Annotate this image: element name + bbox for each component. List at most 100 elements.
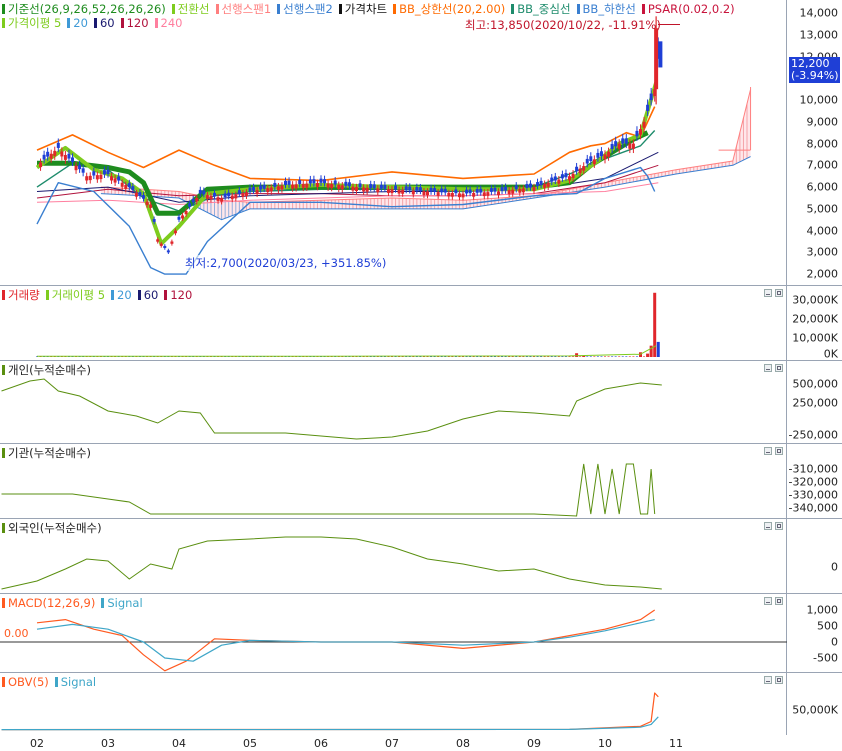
- price-legend-label: BB_상한선(20,2.00): [399, 2, 506, 16]
- individual-y-axis: 500,000 250,000 -250,000: [787, 361, 842, 443]
- candle-body: [518, 188, 522, 193]
- candle-body: [237, 190, 241, 194]
- price-panel[interactable]: 기준선(26,9,26,52,26,26,26) 전환선 선행스팬1 선행스팬2 가격차…: [0, 0, 842, 286]
- price-legend-item[interactable]: 기준선(26,9,26,52,26,26,26): [2, 2, 169, 16]
- candle-body: [188, 203, 192, 207]
- foreign-minimize-button[interactable]: [764, 522, 772, 530]
- candle-body: [291, 184, 295, 189]
- candle-body: [81, 168, 85, 173]
- x-tick-label: 04: [172, 737, 186, 750]
- price-legend-item[interactable]: BB_중심선: [511, 2, 573, 16]
- foreign-plot-area[interactable]: [0, 519, 787, 593]
- x-axis: 02 03 04 05 06 07 08 09 10 11: [0, 735, 842, 751]
- price-legend-item[interactable]: 선행스팬2: [277, 2, 336, 16]
- price-legend-item[interactable]: BB_하한선: [576, 2, 639, 16]
- candle-body: [578, 168, 582, 174]
- volume-legend-item[interactable]: 20: [111, 288, 135, 302]
- volume-bar: [554, 356, 557, 357]
- volume-legend-item[interactable]: 60: [137, 288, 162, 302]
- institution-minimize-button[interactable]: [764, 447, 772, 455]
- institution-plot-area[interactable]: [0, 444, 787, 518]
- candle-body: [106, 169, 110, 175]
- ma-legend-item[interactable]: 20: [67, 16, 91, 30]
- ma-legend-item[interactable]: 60: [93, 16, 118, 30]
- volume-legend-item[interactable]: 거래이평 5: [45, 288, 108, 302]
- ma-legend-label: 20: [73, 16, 88, 30]
- macd-maximize-button[interactable]: [775, 597, 783, 605]
- candle-body: [294, 184, 298, 189]
- obv-legend-item[interactable]: OBV(5): [2, 675, 52, 689]
- obv-maximize-button[interactable]: [775, 676, 783, 684]
- institution-maximize-button[interactable]: [775, 447, 783, 455]
- volume-bar: [607, 356, 610, 357]
- volume-bar: [604, 356, 606, 357]
- candle-body: [553, 176, 557, 181]
- price-legend-item[interactable]: 전환선: [171, 2, 213, 16]
- candle-body: [571, 173, 575, 179]
- price-plot-area[interactable]: [0, 0, 787, 285]
- volume-legend-label: 20: [117, 288, 132, 302]
- macd-legend-item[interactable]: MACD(12,26,9): [2, 596, 98, 610]
- candle-body: [379, 184, 383, 189]
- volume-legend-item[interactable]: 120: [164, 288, 195, 302]
- volume-bar: [529, 356, 532, 357]
- macd-panel[interactable]: MACD(12,26,9) Signal 0.00 1,000 500 0 -500: [0, 594, 842, 673]
- candle-body: [596, 152, 600, 158]
- individual-maximize-button[interactable]: [775, 364, 783, 372]
- ma-legend-item[interactable]: 240: [154, 16, 186, 30]
- vol-ma-marker-icon: [45, 290, 49, 300]
- macd-minimize-button[interactable]: [764, 597, 772, 605]
- candle-body: [521, 188, 525, 193]
- price-legend-item[interactable]: BB_상한선(20,2.00): [393, 2, 508, 16]
- candle-body: [99, 174, 103, 180]
- obv-legend-label: Signal: [60, 675, 97, 689]
- individual-panel[interactable]: 개인(누적순매수) 500,000 250,000 -250,000: [0, 361, 842, 444]
- obv-minimize-button[interactable]: [764, 676, 772, 684]
- volume-marker-icon: [2, 290, 5, 300]
- volume-bar: [501, 356, 504, 357]
- candle-body: [489, 188, 493, 192]
- volume-bar: [479, 356, 482, 357]
- volume-panel[interactable]: 거래량 거래이평 5 20 60 120 30,000K 20,000K 10,000K 0K: [0, 286, 842, 361]
- price-legend-label: 기준선(26,9,26,52,26,26,26): [8, 2, 166, 16]
- obv-legend-item[interactable]: Signal: [54, 675, 99, 689]
- individual-chart-svg: [1, 378, 662, 440]
- volume-bar: [568, 356, 571, 357]
- obv-plot-area[interactable]: [0, 673, 787, 735]
- candle-body: [85, 176, 89, 181]
- candle-body: [525, 184, 529, 188]
- obv-legend: OBV(5) Signal: [2, 675, 102, 689]
- ma-legend-item[interactable]: 가격이평 5: [2, 16, 64, 30]
- volume-bar: [572, 356, 575, 357]
- candle-body: [408, 186, 412, 191]
- macd-legend-item[interactable]: Signal: [101, 596, 145, 610]
- volume-bar: [575, 353, 579, 357]
- candle-body: [333, 180, 337, 185]
- individual-minimize-button[interactable]: [764, 364, 772, 372]
- candle-body: [628, 143, 632, 149]
- candle-body: [351, 186, 355, 191]
- volume-minimize-button[interactable]: [764, 289, 772, 297]
- volume-legend-label: 120: [170, 288, 193, 302]
- obv-panel[interactable]: OBV(5) Signal 50,000K: [0, 673, 842, 736]
- institution-flow-line: [1, 463, 656, 517]
- volume-legend-item[interactable]: 거래량: [2, 288, 43, 302]
- candle-body: [436, 192, 440, 196]
- price-legend-label: 선행스팬1: [221, 2, 272, 16]
- price-legend: 기준선(26,9,26,52,26,26,26) 전환선 선행스팬1 선행스팬2 가격차…: [2, 2, 741, 30]
- macd-line: [36, 609, 656, 672]
- price-legend-item[interactable]: PSAR(0.02,0.2): [641, 2, 738, 16]
- volume-maximize-button[interactable]: [775, 289, 783, 297]
- candle-body: [124, 184, 128, 189]
- foreign-maximize-button[interactable]: [775, 522, 783, 530]
- ma-legend-item[interactable]: 120: [120, 16, 152, 30]
- volume-bar: [486, 356, 489, 357]
- price-legend-item[interactable]: 가격차트: [338, 2, 390, 16]
- candle-body: [241, 193, 245, 197]
- individual-plot-area[interactable]: [0, 361, 787, 443]
- candle-body: [443, 188, 447, 193]
- foreign-panel[interactable]: 외국인(누적순매수) 0: [0, 519, 842, 594]
- institution-panel[interactable]: 기관(누적순매수) -310,000 -320,000 -330,000 -340,0…: [0, 444, 842, 519]
- candle-body: [585, 158, 589, 164]
- price-legend-item[interactable]: 선행스팬1: [215, 2, 275, 16]
